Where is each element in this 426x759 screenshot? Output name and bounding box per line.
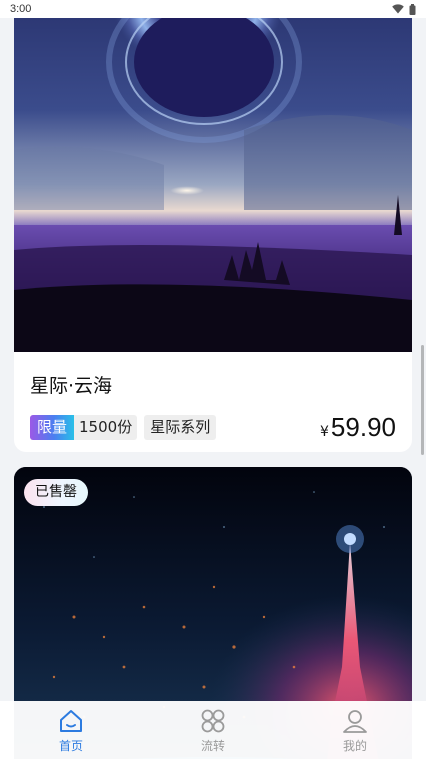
nav-item-home[interactable]: 首页 (21, 707, 121, 754)
price-value: 59.90 (330, 412, 396, 442)
nav-label: 首页 (58, 739, 83, 753)
limited-quantity: 1500份 (79, 418, 133, 436)
product-card[interactable]: 星际·云海 限量 1500份 星际系列 ¥ 59.90 (14, 0, 412, 452)
status-time: 3:00 (10, 3, 32, 15)
wifi-icon (392, 4, 404, 14)
grid-icon (199, 707, 227, 735)
price-currency-symbol: ¥ (320, 424, 329, 440)
home-icon (57, 707, 85, 735)
app-screen: 3:00 星际·云海 限量 1500份 星际系列 ¥ 59.90 已售罄 首页 … (0, 0, 426, 759)
product-title: 星际·云海 (30, 375, 113, 397)
nav-item-circulation[interactable]: 流转 (163, 707, 263, 754)
nav-item-profile[interactable]: 我的 (305, 707, 405, 754)
limited-label: 限量 (30, 415, 75, 440)
scrollbar[interactable] (421, 345, 424, 455)
product-info: 星际·云海 限量 1500份 星际系列 ¥ 59.90 (30, 374, 396, 443)
tag-row: 限量 1500份 星际系列 ¥ 59.90 (30, 412, 396, 443)
battery-icon (409, 3, 416, 15)
nav-label: 流转 (200, 739, 225, 753)
artwork-image (14, 0, 412, 352)
user-icon (341, 707, 369, 735)
limited-tag: 限量 1500份 (30, 415, 138, 440)
price: ¥ 59.90 (320, 412, 396, 443)
bottom-nav: 首页 流转 我的 (0, 701, 426, 759)
status-bar: 3:00 (0, 0, 426, 18)
nav-label: 我的 (342, 739, 367, 753)
sold-out-badge: 已售罄 (24, 479, 88, 506)
status-icons (392, 3, 416, 15)
series-tag: 星际系列 (144, 415, 217, 440)
